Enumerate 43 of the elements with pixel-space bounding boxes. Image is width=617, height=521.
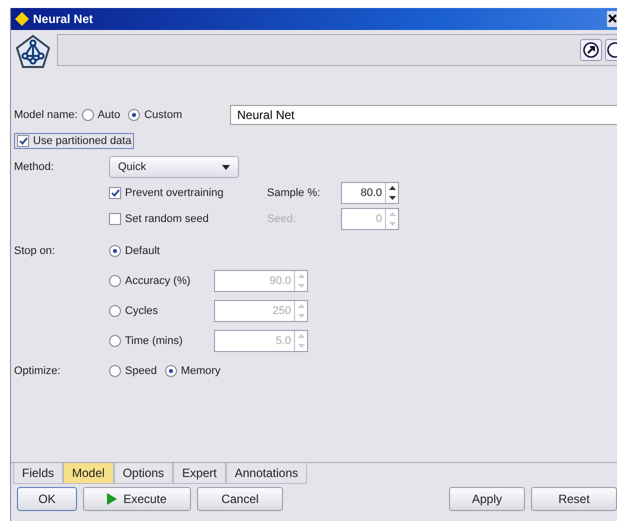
radio-label: Auto [98,109,120,121]
checkbox[interactable] [109,187,121,199]
radio-button[interactable] [109,245,121,257]
tab[interactable]: Annotations [226,463,308,484]
tab[interactable]: Fields [13,463,64,484]
checkbox-label: Set random seed [125,213,210,225]
radio-button[interactable] [82,109,94,121]
field-label: Method: [14,161,55,173]
name-input-field[interactable]: Neural Net [230,105,617,125]
diamond-icon [15,12,29,26]
window-title: Neural Net [33,12,94,26]
radio-label: Default [125,245,160,257]
dialog-button[interactable]: Reset [531,487,617,511]
radio-label: Custom [144,109,182,121]
network-node-icon [15,34,51,70]
tab[interactable]: Expert [173,463,226,484]
field-label: Optimize: [14,365,62,377]
radio-label: Memory [180,365,221,377]
checkbox-label: Prevent overtraining [125,187,224,199]
method-dropdown[interactable]: Quick [109,156,239,178]
radio-button[interactable] [164,365,177,377]
tab[interactable]: Options [114,463,174,484]
dialog-button[interactable]: OK [17,487,77,511]
radio-label: Time (mins) [125,335,183,347]
dialog-button[interactable]: Cancel [197,487,283,511]
radio-label: Cycles [125,305,158,317]
tab[interactable]: Model [63,463,114,484]
field-label: Sample %: [267,187,322,199]
checkbox-label: Use partitioned data [33,135,132,147]
dialog-button[interactable]: Apply [449,487,525,511]
radio-label: Speed [125,365,157,377]
play-icon [107,493,118,505]
radio-label: Accuracy (%) [125,275,190,287]
caret-icon [222,164,230,170]
execute-button[interactable]: Execute [83,487,191,511]
field-label: Model name: [14,109,78,121]
number-spinner[interactable]: 80.0 [341,182,399,204]
field-label: Stop on: [14,245,56,257]
radio-button[interactable] [109,365,121,377]
checkbox[interactable] [17,135,29,147]
radio-button[interactable] [128,109,140,121]
launch-icon[interactable] [580,39,602,61]
field-label: Seed: [267,213,297,225]
